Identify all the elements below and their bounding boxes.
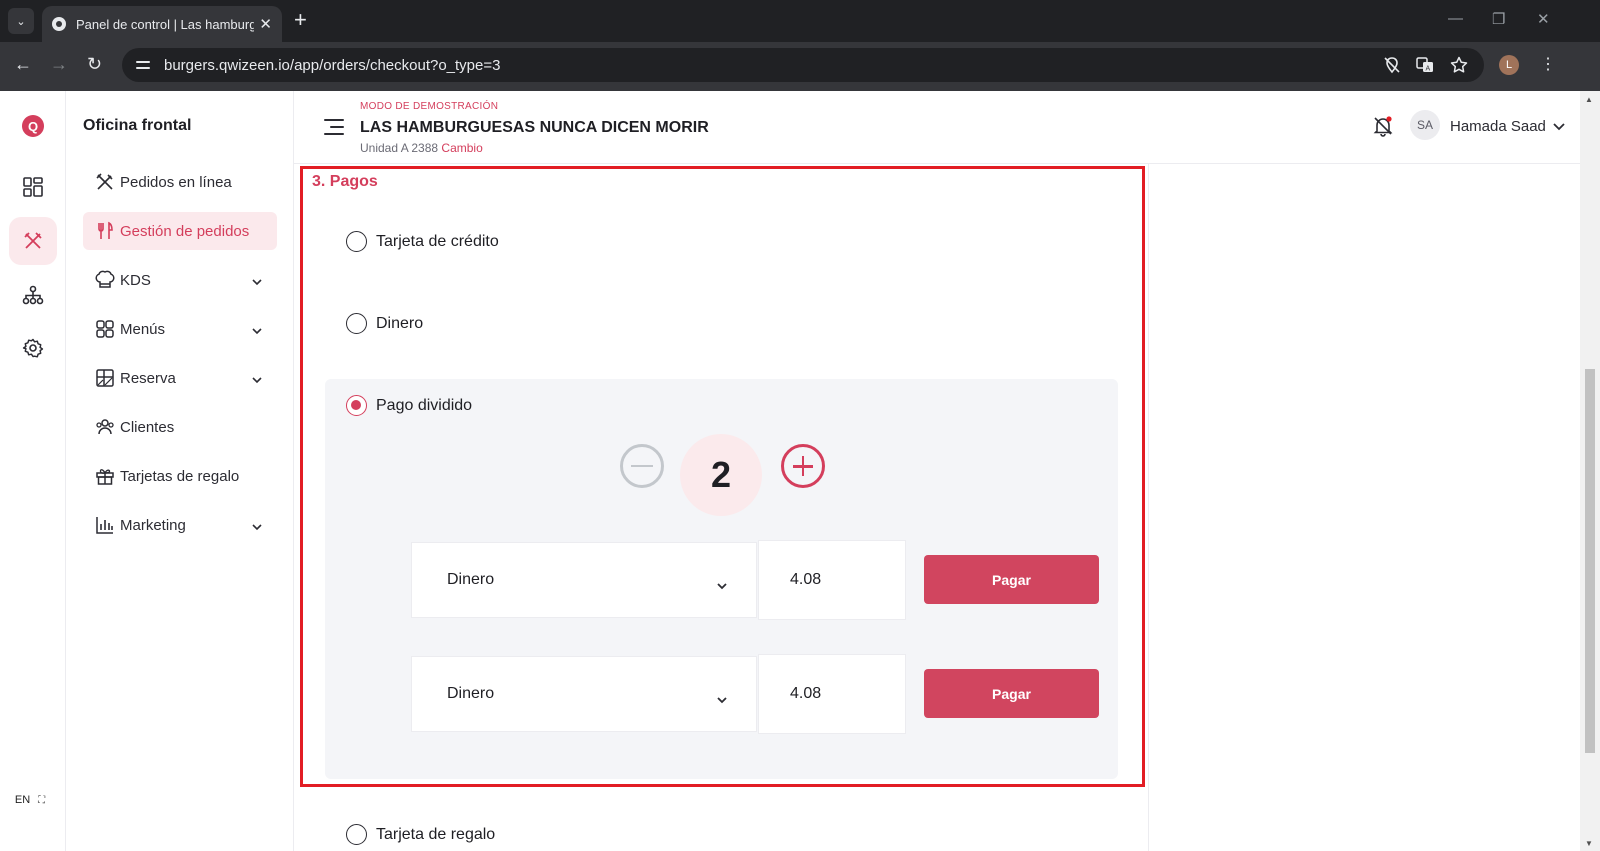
close-tab-icon[interactable]: ✕ <box>259 15 272 33</box>
chevron-down-icon <box>251 273 263 290</box>
sidebar-item-label: Gestión de pedidos <box>120 222 250 240</box>
chevron-down-icon[interactable] <box>1552 119 1566 137</box>
unit-label: Unidad A 2388 <box>360 141 439 155</box>
sidebar-item-kds[interactable]: KDS <box>83 261 277 299</box>
sidebar-item-label: Menús <box>120 320 166 338</box>
tab-title: Panel de control | Las hamburguesas nunc… <box>76 16 254 32</box>
sidebar-item-label: Clientes <box>120 418 175 436</box>
sidebar: Oficina frontal Pedidos en línea Gestión… <box>66 91 294 851</box>
sidebar-item-reservation[interactable]: Reserva <box>83 359 277 397</box>
payment-option-label: Tarjeta de regalo <box>376 825 496 843</box>
orders-rail-icon[interactable] <box>9 217 57 265</box>
notifications-off-icon[interactable] <box>1372 115 1394 142</box>
site-info-icon[interactable] <box>134 56 152 74</box>
highlight-frame <box>300 166 1145 787</box>
browser-chrome: ⌄ Panel de control | Las hamburguesas nu… <box>0 0 1600 91</box>
site-favicon-icon <box>52 17 66 31</box>
sidebar-item-menus[interactable]: Menús <box>83 310 277 348</box>
user-avatar[interactable]: SA <box>1410 110 1440 140</box>
radio-button[interactable] <box>346 824 367 845</box>
grid-icon <box>94 318 116 340</box>
restaurant-name: LAS HAMBURGUESAS NUNCA DICEN MORIR <box>360 119 709 136</box>
sidebar-item-gift-cards[interactable]: Tarjetas de regalo <box>83 457 277 495</box>
chef-hat-icon <box>94 269 116 291</box>
scroll-down-icon[interactable]: ▼ <box>1585 839 1593 848</box>
settings-gear-icon[interactable] <box>9 324 57 372</box>
browser-tab[interactable]: Panel de control | Las hamburguesas nunc… <box>42 6 282 42</box>
sidebar-item-label: Tarjetas de regalo <box>120 467 240 485</box>
sidebar-title: Oficina frontal <box>83 117 192 134</box>
table-icon <box>94 367 116 389</box>
language-label: EN <box>14 794 31 806</box>
utensils-icon <box>94 220 116 242</box>
payment-option-gift-card[interactable]: Tarjeta de regalo <box>346 824 495 845</box>
dashboard-icon[interactable] <box>9 163 57 211</box>
sidebar-item-label: Reserva <box>120 369 176 387</box>
tab-strip: ⌄ Panel de control | Las hamburguesas nu… <box>0 0 1600 42</box>
translate-icon[interactable]: A <box>1415 55 1435 79</box>
app-root: Q EN ⛶ Oficina frontal Pedidos en línea <box>0 91 1600 851</box>
new-tab-button[interactable]: + <box>294 9 307 31</box>
sidebar-item-marketing[interactable]: Marketing <box>83 506 277 544</box>
icon-rail: Q EN ⛶ <box>0 91 66 851</box>
org-chart-icon[interactable] <box>9 271 57 319</box>
fork-knife-icon <box>94 171 116 193</box>
tab-search-button[interactable]: ⌄ <box>8 8 34 34</box>
sidebar-item-label: Marketing <box>120 516 186 534</box>
tracking-off-icon[interactable] <box>1382 55 1402 79</box>
sidebar-item-customers[interactable]: Clientes <box>83 408 277 446</box>
restore-icon[interactable]: ❐ <box>1492 10 1505 28</box>
sidebar-item-order-management[interactable]: Gestión de pedidos <box>83 212 277 250</box>
expand-icon: ⛶ <box>38 794 46 806</box>
change-unit-link[interactable]: Cambio <box>441 141 482 155</box>
gift-icon <box>94 465 116 487</box>
language-switcher[interactable]: EN ⛶ <box>6 785 54 815</box>
browser-menu-icon[interactable]: ⋮ <box>1540 54 1556 74</box>
demo-mode-label: MODO DE DEMOSTRACIÓN <box>360 101 499 112</box>
chevron-down-icon <box>251 322 263 339</box>
scroll-up-icon[interactable]: ▲ <box>1585 95 1593 104</box>
sidebar-item-online-orders[interactable]: Pedidos en línea <box>83 163 277 201</box>
chevron-down-icon <box>251 518 263 535</box>
users-icon <box>94 416 116 438</box>
sidebar-item-label: KDS <box>120 271 151 289</box>
address-bar[interactable]: burgers.qwizeen.io/app/orders/checkout?o… <box>122 48 1484 82</box>
svg-text:A: A <box>1426 66 1431 73</box>
scrollbar-thumb[interactable] <box>1585 369 1595 753</box>
app-logo[interactable]: Q <box>22 115 44 137</box>
sidebar-item-label: Pedidos en línea <box>120 173 232 191</box>
reload-icon[interactable]: ↻ <box>87 54 102 74</box>
forward-icon[interactable]: → <box>50 54 68 74</box>
user-name[interactable]: Hamada Saad <box>1450 118 1546 135</box>
profile-avatar[interactable]: L <box>1499 55 1519 75</box>
close-window-icon[interactable]: ✕ <box>1537 10 1550 28</box>
url-text: burgers.qwizeen.io/app/orders/checkout?o… <box>164 56 501 74</box>
order-summary-panel <box>1148 164 1580 851</box>
chevron-down-icon <box>251 371 263 388</box>
unit-info: Unidad A 2388 Cambio <box>360 141 483 155</box>
bookmark-star-icon[interactable] <box>1449 55 1469 79</box>
menu-toggle-icon[interactable] <box>324 119 344 135</box>
back-icon[interactable]: ← <box>14 54 32 74</box>
bar-chart-icon <box>94 514 116 536</box>
top-header: MODO DE DEMOSTRACIÓN LAS HAMBURGUESAS NU… <box>294 91 1580 164</box>
minimize-icon[interactable]: — <box>1448 10 1463 27</box>
